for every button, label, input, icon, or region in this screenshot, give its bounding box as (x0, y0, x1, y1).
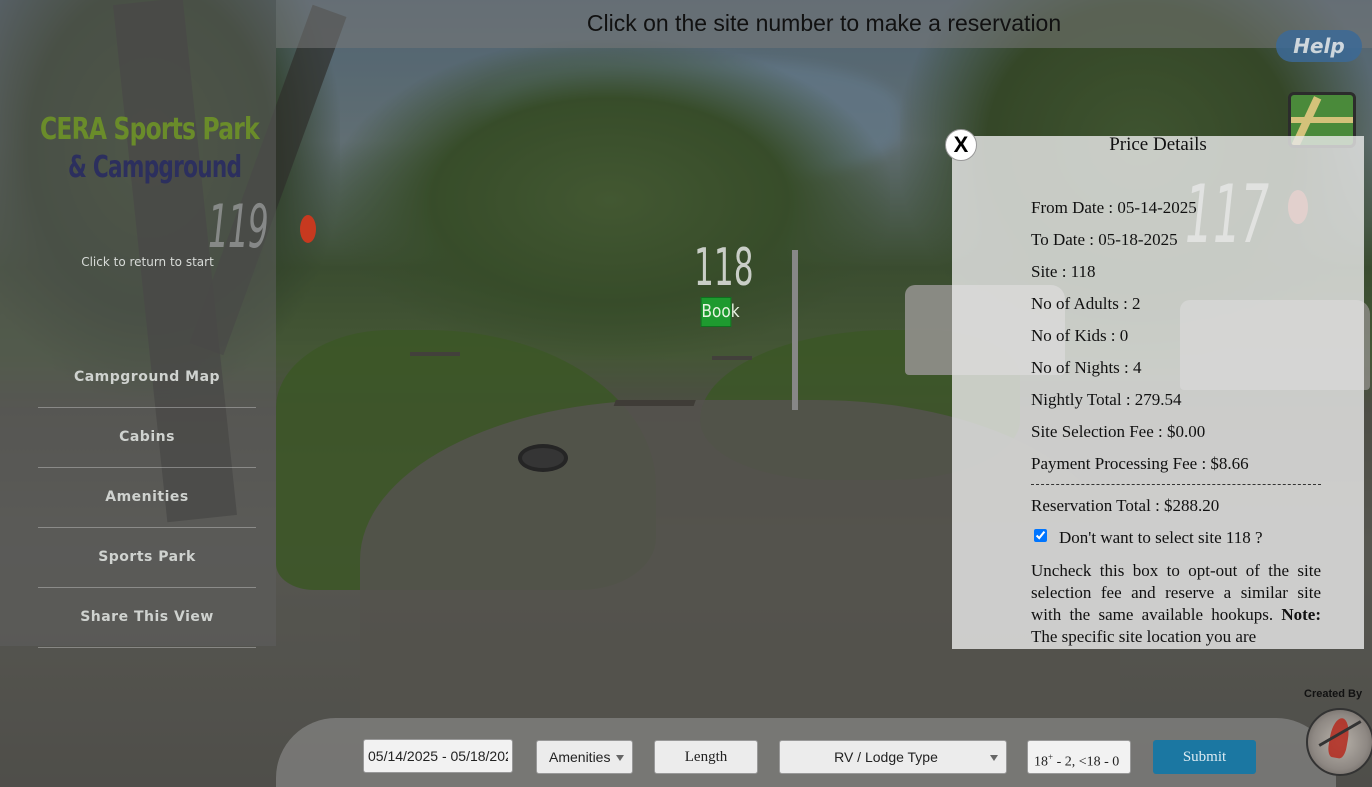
amenities-select[interactable]: Amenities (536, 740, 633, 774)
divider (1031, 484, 1321, 485)
optout-label: Don't want to select site 118 ? (1059, 528, 1263, 547)
reservation-instruction: Click on the site number to make a reser… (586, 10, 1062, 36)
submit-button[interactable]: Submit (1153, 740, 1256, 774)
sidebar-item-share-this-view[interactable]: Share This View (38, 588, 256, 648)
nights-count: No of Nights : 4 (1031, 358, 1142, 377)
site-119-marker-icon[interactable] (300, 215, 316, 243)
sidebar-nav: Campground Map Cabins Amenities Sports P… (38, 348, 256, 648)
book-site-118-button[interactable]: Book (700, 297, 740, 327)
help-button[interactable]: Help (1276, 30, 1362, 62)
sidebar-item-sports-park[interactable]: Sports Park (38, 528, 256, 588)
sidebar-item-cabins[interactable]: Cabins (38, 408, 256, 468)
return-to-start-link[interactable]: Click to return to start (40, 255, 255, 269)
note-text: The specific site location you are (1031, 627, 1257, 646)
site-selection-fee: Site Selection Fee : $0.00 (1031, 422, 1206, 441)
logo-subtitle[interactable]: & Campground (68, 150, 242, 185)
logo-title[interactable]: CERA Sports Park (40, 112, 260, 147)
chevron-down-icon (616, 755, 624, 761)
note-label: Note: (1281, 605, 1322, 624)
creator-logo-icon[interactable] (1306, 708, 1372, 776)
sidebar-item-campground-map[interactable]: Campground Map (38, 348, 256, 408)
close-dialog-button[interactable]: X (945, 129, 977, 161)
price-details-dialog: Price Details From Date : 05-14-2025 To … (952, 136, 1364, 649)
created-by-label: Created By (1304, 688, 1363, 700)
reservation-total: Reservation Total : $288.20 (1031, 496, 1220, 515)
guests-selector[interactable]: 18+ - 2, <18 - 0 (1027, 740, 1131, 774)
optout-row[interactable]: Don't want to select site 118 ? (1034, 528, 1263, 548)
chevron-down-icon (990, 755, 998, 761)
optout-checkbox[interactable] (1034, 529, 1047, 542)
sidebar-item-amenities[interactable]: Amenities (38, 468, 256, 528)
kids-count: No of Kids : 0 (1031, 326, 1129, 345)
payment-processing-fee: Payment Processing Fee : $8.66 (1031, 454, 1249, 473)
length-select[interactable]: Length (654, 740, 758, 774)
adults-count: No of Adults : 2 (1031, 294, 1141, 313)
optout-description: Uncheck this box to opt-out of the site … (1031, 561, 1322, 646)
to-date: To Date : 05-18-2025 (1031, 230, 1178, 249)
rv-lodge-type-select[interactable]: RV / Lodge Type (779, 740, 1007, 774)
dialog-title: Price Details (1109, 136, 1207, 155)
site-118-label[interactable]: 118 (694, 238, 754, 298)
price-details-list: From Date : 05-14-2025 To Date : 05-18-2… (1031, 196, 1321, 484)
from-date: From Date : 05-14-2025 (1031, 198, 1197, 217)
site-number: Site : 118 (1031, 262, 1096, 281)
nightly-total: Nightly Total : 279.54 (1031, 390, 1182, 409)
date-range-input[interactable] (363, 739, 513, 773)
